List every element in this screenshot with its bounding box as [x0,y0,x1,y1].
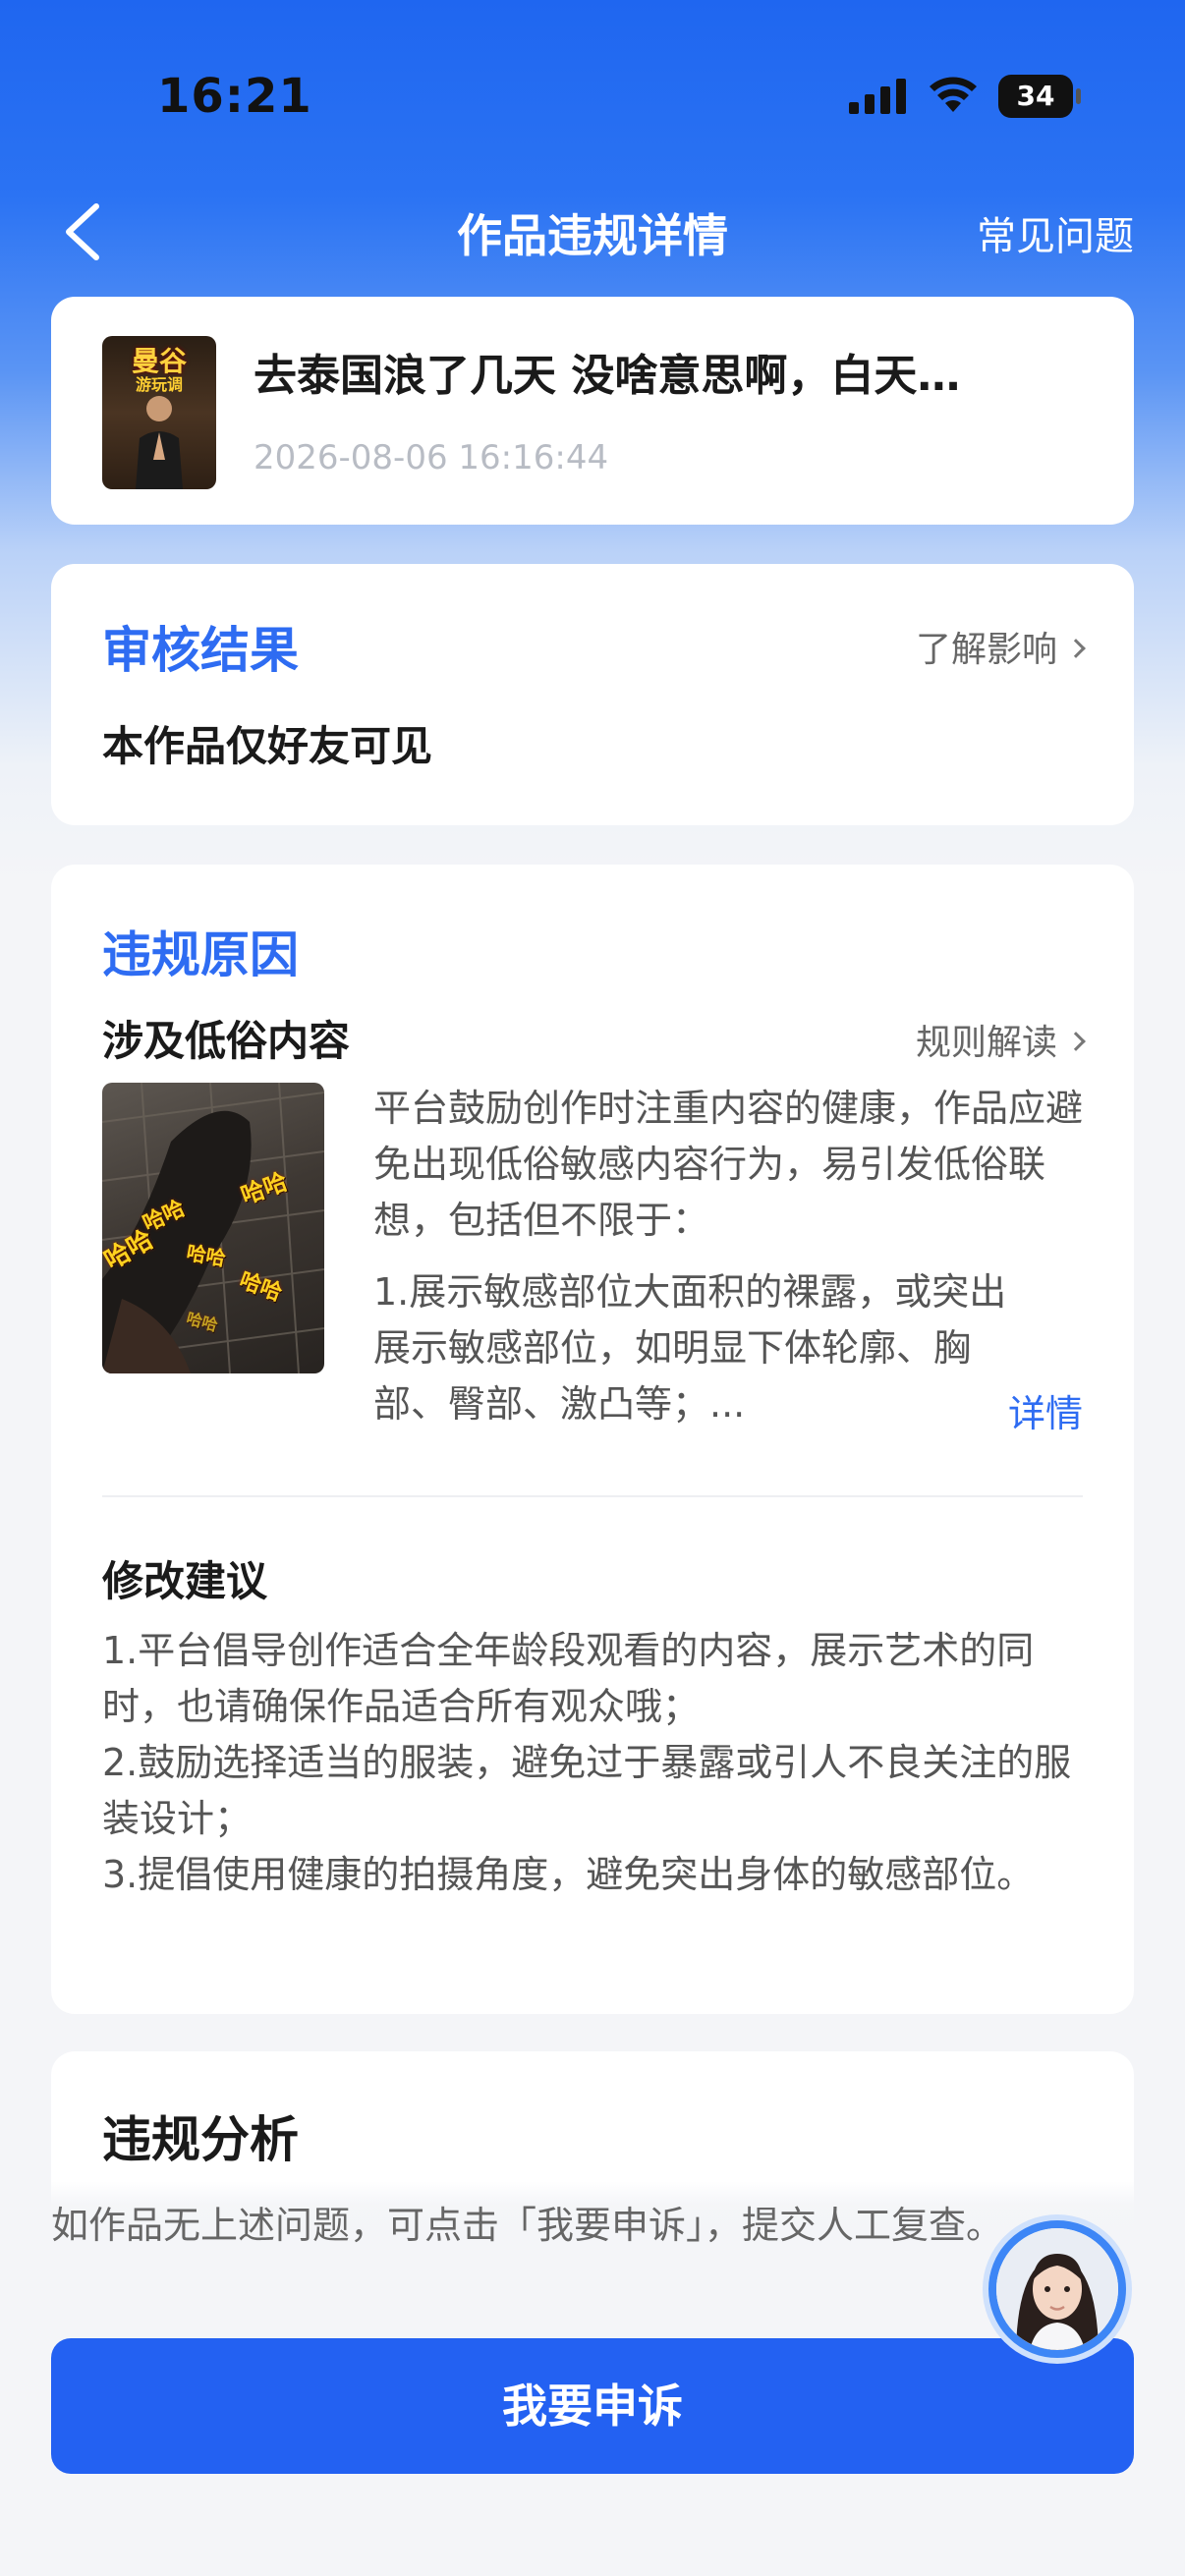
review-result-text: 本作品仅好友可见 [102,722,433,770]
nav-bar: 作品违规详情 常见问题 [0,177,1185,285]
battery-level: 34 [1016,80,1055,112]
work-thumbnail: 曼谷 游玩调 [102,336,216,489]
appeal-button[interactable]: 我要申诉 [51,2338,1134,2474]
detail-link[interactable]: 详情 [1008,1383,1083,1437]
chevron-right-icon [1066,639,1086,658]
avatar-portrait-icon [996,2228,1118,2350]
violation-description: 平台鼓励创作时注重内容的健康，作品应避免出现低俗敏感内容行为，易引发低俗联想，包… [373,1081,1100,1448]
assistant-avatar[interactable] [988,2220,1126,2358]
violation-reason-card: 违规原因 涉及低俗内容 规则解读 哈哈 哈哈 哈哈 哈哈 哈哈 哈哈 平台鼓励创… [51,865,1134,2014]
divider [102,1495,1083,1497]
violation-thumbnail[interactable]: 哈哈 哈哈 哈哈 哈哈 哈哈 哈哈 [102,1083,324,1373]
suggestion-item: 1.平台倡导创作适合全年龄段观看的内容，展示艺术的同时，也请确保作品适合所有观众… [102,1629,1035,1728]
person-figure-icon [136,396,183,489]
status-time: 16:21 [157,69,312,124]
violation-desc-paragraph: 平台鼓励创作时注重内容的健康，作品应避免出现低俗敏感内容行为，易引发低俗联想，包… [373,1087,1084,1242]
learn-impact-link[interactable]: 了解影响 [915,621,1086,672]
violation-analysis-title: 违规分析 [102,2111,299,2168]
faq-link[interactable]: 常见问题 [977,204,1134,261]
violation-detail-page: 16:21 34 作品违规详情 常见问题 曼谷 游玩调 去泰国浪了几天 没啥意思… [0,0,1185,2576]
rule-interpretation-link[interactable]: 规则解读 [915,1014,1086,1065]
learn-impact-label: 了解影响 [915,630,1057,670]
signal-icon [849,79,906,114]
suggestion-item: 3.提倡使用健康的拍摄角度，避免突出身体的敏感部位。 [102,1853,1035,1896]
suggestion-title: 修改建议 [102,1557,268,1605]
work-card[interactable]: 曼谷 游玩调 去泰国浪了几天 没啥意思啊，白天… 2026-08-06 16:1… [51,297,1134,525]
wifi-icon [930,77,977,112]
rule-interpretation-label: 规则解读 [915,1023,1057,1063]
violation-desc-paragraph: 1.展示敏感部位大面积的裸露，或突出展示敏感部位，如明显下体轮廓、胸部、臀部、激… [373,1270,1007,1426]
violation-type: 涉及低俗内容 [102,1017,351,1065]
violation-reason-title: 违规原因 [102,926,299,983]
review-result-title: 审核结果 [102,622,299,679]
appeal-hint: 如作品无上述问题，可点击「我要申诉」，提交人工复查。 [51,2204,1004,2247]
review-result-card: 审核结果 了解影响 本作品仅好友可见 [51,564,1134,825]
work-timestamp: 2026-08-06 16:16:44 [254,438,609,477]
battery-icon: 34 [998,75,1081,118]
suggestion-item: 2.鼓励选择适当的服装，避免过于暴露或引人不良关注的服装设计； [102,1741,1072,1840]
work-title: 去泰国浪了几天 没啥意思啊，白天… [254,351,961,401]
chevron-right-icon [1066,1032,1086,1051]
suggestion-list: 1.平台倡导创作适合全年龄段观看的内容，展示艺术的同时，也请确保作品适合所有观众… [102,1623,1085,1903]
status-bar: 16:21 34 [0,0,1185,177]
